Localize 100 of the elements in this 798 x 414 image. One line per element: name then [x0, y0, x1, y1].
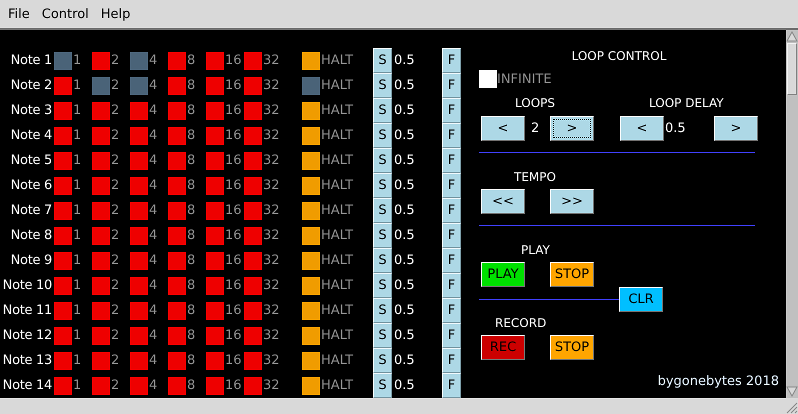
stop-button[interactable]: STOP [550, 262, 594, 287]
beat-toggle[interactable] [206, 152, 224, 170]
beat-toggle[interactable] [92, 376, 110, 394]
f-button[interactable]: F [442, 173, 461, 198]
beat-toggle[interactable] [54, 102, 72, 120]
halt-toggle[interactable] [302, 102, 320, 120]
beat-toggle[interactable] [244, 126, 262, 144]
beat-toggle[interactable] [168, 176, 186, 194]
beat-toggle[interactable] [168, 202, 186, 220]
s-button[interactable]: S [373, 348, 392, 373]
beat-toggle[interactable] [244, 276, 262, 294]
beat-toggle[interactable] [54, 126, 72, 144]
beat-toggle[interactable] [168, 226, 186, 244]
f-button[interactable]: F [442, 248, 461, 273]
halt-toggle[interactable] [302, 352, 320, 370]
beat-toggle[interactable] [244, 202, 262, 220]
halt-toggle[interactable] [302, 276, 320, 294]
beat-toggle[interactable] [54, 302, 72, 320]
beat-toggle[interactable] [92, 202, 110, 220]
f-button[interactable]: F [442, 323, 461, 348]
beat-toggle[interactable] [168, 276, 186, 294]
beat-toggle[interactable] [206, 376, 224, 394]
s-button[interactable]: S [373, 73, 392, 98]
beat-toggle[interactable] [92, 126, 110, 144]
scroll-down-icon[interactable] [786, 386, 798, 398]
beat-toggle[interactable] [168, 52, 186, 70]
beat-toggle[interactable] [92, 252, 110, 270]
beat-toggle[interactable] [92, 226, 110, 244]
f-button[interactable]: F [442, 73, 461, 98]
beat-toggle[interactable] [92, 302, 110, 320]
beat-toggle[interactable] [130, 52, 148, 70]
beat-toggle[interactable] [92, 276, 110, 294]
record-button[interactable]: REC [481, 335, 525, 360]
f-button[interactable]: F [442, 223, 461, 248]
beat-toggle[interactable] [54, 226, 72, 244]
beat-toggle[interactable] [168, 252, 186, 270]
s-button[interactable]: S [373, 123, 392, 148]
menu-item[interactable]: Control [36, 6, 95, 22]
beat-toggle[interactable] [130, 152, 148, 170]
beat-toggle[interactable] [168, 126, 186, 144]
beat-toggle[interactable] [130, 276, 148, 294]
beat-toggle[interactable] [130, 352, 148, 370]
faster-button[interactable]: >> [550, 189, 594, 214]
beat-toggle[interactable] [244, 176, 262, 194]
beat-toggle[interactable] [54, 176, 72, 194]
beat-toggle[interactable] [206, 176, 224, 194]
f-button[interactable]: F [442, 348, 461, 373]
beat-toggle[interactable] [54, 52, 72, 70]
beat-toggle[interactable] [206, 352, 224, 370]
beat-toggle[interactable] [130, 326, 148, 344]
beat-toggle[interactable] [206, 202, 224, 220]
halt-toggle[interactable] [302, 76, 320, 94]
halt-toggle[interactable] [302, 376, 320, 394]
s-button[interactable]: S [373, 148, 392, 173]
beat-toggle[interactable] [92, 352, 110, 370]
beat-toggle[interactable] [54, 276, 72, 294]
beat-toggle[interactable] [168, 76, 186, 94]
beat-toggle[interactable] [92, 176, 110, 194]
beat-toggle[interactable] [168, 302, 186, 320]
beat-toggle[interactable] [206, 276, 224, 294]
beat-toggle[interactable] [92, 326, 110, 344]
beat-toggle[interactable] [130, 302, 148, 320]
halt-toggle[interactable] [302, 326, 320, 344]
beat-toggle[interactable] [168, 326, 186, 344]
beat-toggle[interactable] [130, 202, 148, 220]
s-button[interactable]: S [373, 373, 392, 398]
beat-toggle[interactable] [92, 76, 110, 94]
beat-toggle[interactable] [168, 376, 186, 394]
beat-toggle[interactable] [244, 152, 262, 170]
s-button[interactable]: S [373, 248, 392, 273]
beat-toggle[interactable] [206, 252, 224, 270]
s-button[interactable]: S [373, 173, 392, 198]
beat-toggle[interactable] [244, 352, 262, 370]
f-button[interactable]: F [442, 48, 461, 73]
f-button[interactable]: F [442, 298, 461, 323]
s-button[interactable]: S [373, 223, 392, 248]
beat-toggle[interactable] [206, 126, 224, 144]
halt-toggle[interactable] [302, 202, 320, 220]
halt-toggle[interactable] [302, 252, 320, 270]
beat-toggle[interactable] [244, 326, 262, 344]
s-button[interactable]: S [373, 273, 392, 298]
beat-toggle[interactable] [168, 152, 186, 170]
decrease-button[interactable]: < [620, 116, 664, 141]
beat-toggle[interactable] [54, 152, 72, 170]
beat-toggle[interactable] [92, 52, 110, 70]
beat-toggle[interactable] [244, 376, 262, 394]
beat-toggle[interactable] [206, 102, 224, 120]
halt-toggle[interactable] [302, 302, 320, 320]
f-button[interactable]: F [442, 273, 461, 298]
s-button[interactable]: S [373, 298, 392, 323]
s-button[interactable]: S [373, 98, 392, 123]
halt-toggle[interactable] [302, 126, 320, 144]
halt-toggle[interactable] [302, 226, 320, 244]
beat-toggle[interactable] [206, 226, 224, 244]
increase-button[interactable]: > [550, 116, 594, 141]
increase-button[interactable]: > [714, 116, 758, 141]
beat-toggle[interactable] [130, 126, 148, 144]
beat-toggle[interactable] [54, 202, 72, 220]
s-button[interactable]: S [373, 198, 392, 223]
beat-toggle[interactable] [244, 102, 262, 120]
